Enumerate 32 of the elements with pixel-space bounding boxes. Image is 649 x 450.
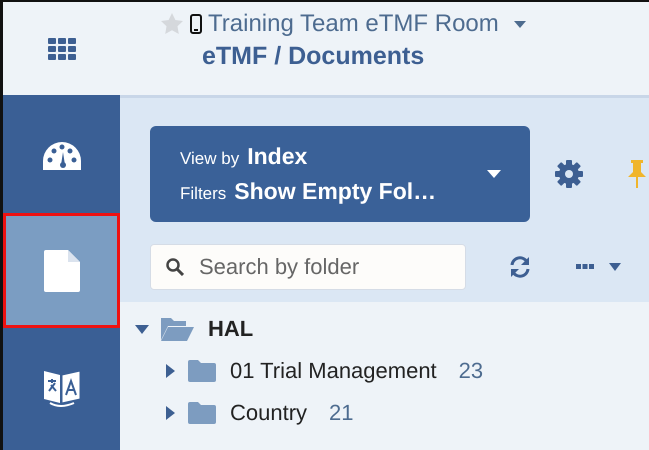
view-by-value: Index (247, 143, 308, 170)
refresh-button[interactable] (508, 255, 532, 279)
document-count: 21 (329, 400, 354, 426)
pin-icon (626, 159, 648, 189)
phone-icon (190, 14, 202, 34)
view-by-label: View by (180, 149, 240, 169)
caret-down-icon (486, 169, 502, 179)
search-field[interactable]: Search by folder (150, 244, 466, 290)
filters-label: Filters (180, 184, 226, 204)
more-icon (576, 264, 594, 270)
caret-down-icon[interactable] (512, 19, 527, 29)
folder-name[interactable]: 01 Trial Management (230, 358, 437, 384)
caret-down-icon (608, 262, 622, 272)
settings-icon (554, 159, 584, 189)
folder-icon (188, 359, 216, 383)
filters-value: Show Empty Fol… (234, 178, 436, 205)
room-title[interactable]: Training Team eTMF Room (208, 10, 499, 38)
page-title: eTMF / Documents (202, 42, 426, 71)
settings-button[interactable] (554, 159, 584, 189)
folder-icon (188, 401, 216, 425)
folder-open-icon (160, 316, 194, 342)
grid-icon (48, 38, 76, 60)
document-count: 23 (458, 358, 484, 384)
folder-name[interactable]: HAL (208, 316, 254, 342)
refresh-icon (508, 255, 532, 279)
star-icon[interactable] (160, 12, 184, 36)
gauge-icon (40, 140, 82, 172)
more-button[interactable] (576, 262, 622, 272)
view-filter-dropdown[interactable]: View by Index Filters Show Empty Fol… (150, 126, 530, 222)
folder-name[interactable]: Country (230, 400, 308, 426)
document-icon (44, 250, 80, 292)
sidebar-item[interactable] (3, 213, 120, 328)
